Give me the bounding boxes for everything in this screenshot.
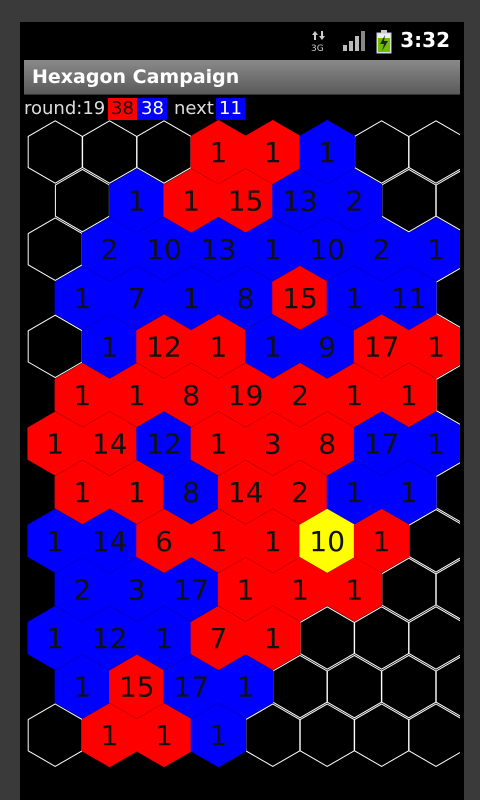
hex-cell-value: 1 — [73, 671, 91, 704]
hex-cell-value: 1 — [318, 136, 336, 169]
hex-cell-value: 19 — [228, 379, 264, 412]
hex-board[interactable]: 1 1 1 1 1 15 13 2 2 10 13 1 10 2 1 1 7 1 8 15 1 11 1 12 1 1 9 17 1 1 1… — [24, 120, 460, 798]
hex-cell-value: 1 — [209, 330, 227, 363]
red-score-badge: 38 — [108, 98, 137, 120]
hex-grid[interactable]: 1 1 11 1 15 13 22 10 13 1 10 2 11 7 1 8 15 1 111 12 1 1 9 17 11 1… — [24, 120, 460, 798]
hex-cell-value: 1 — [128, 185, 146, 218]
round-label: round:19 — [24, 98, 106, 119]
hex-cell[interactable] — [435, 558, 460, 620]
hex-cell-value: 13 — [201, 233, 237, 266]
hex-cell-value: 17 — [364, 330, 400, 363]
hex-cell-value: 12 — [92, 622, 128, 655]
network-type-label: 3G — [311, 44, 324, 52]
hex-cell-value: 1 — [182, 282, 200, 315]
battery-charging-icon — [376, 30, 392, 58]
hex-cell-value: 12 — [146, 330, 182, 363]
hex-cell-value: 9 — [318, 330, 336, 363]
hex-cell-value: 1 — [155, 719, 173, 752]
hex-cell-value: 15 — [228, 185, 264, 218]
hex-cell-outline[interactable] — [435, 655, 460, 717]
hex-cell-value: 1 — [101, 330, 119, 363]
hex-cell-value: 1 — [264, 525, 282, 558]
hex-cell-value: 1 — [209, 136, 227, 169]
hex-cell-value: 3 — [128, 573, 146, 606]
hex-cell-value: 3 — [264, 428, 282, 461]
hex-cell-value: 1 — [128, 476, 146, 509]
hex-cell-value: 8 — [318, 428, 336, 461]
score-bar: round:19 38 38 next: 11 — [24, 96, 460, 122]
hex-cell-value: 1 — [155, 622, 173, 655]
hex-cell-value: 1 — [345, 379, 363, 412]
hex-cell-value: 1 — [264, 330, 282, 363]
hex-cell-value: 7 — [128, 282, 146, 315]
hex-cell-value: 1 — [345, 573, 363, 606]
hex-cell-value: 12 — [146, 428, 182, 461]
hex-cell-value: 10 — [309, 525, 345, 558]
hex-cell-value: 1 — [427, 233, 445, 266]
hex-cell[interactable] — [435, 655, 460, 717]
hex-cell-value: 1 — [209, 719, 227, 752]
hex-cell-value: 6 — [155, 525, 173, 558]
hex-cell-value: 1 — [128, 379, 146, 412]
hex-cell-value: 10 — [146, 233, 182, 266]
hex-cell-outline[interactable] — [435, 558, 460, 620]
hex-cell-value: 1 — [264, 233, 282, 266]
hex-cell-value: 11 — [391, 282, 427, 315]
hex-cell-value: 1 — [427, 330, 445, 363]
hex-cell-value: 13 — [282, 185, 318, 218]
hex-cell-value: 17 — [173, 671, 209, 704]
status-bar: 3G 3:32 — [20, 22, 464, 58]
hex-cell-value: 1 — [400, 476, 418, 509]
hex-cell-value: 1 — [73, 476, 91, 509]
status-clock: 3:32 — [400, 28, 450, 52]
hex-cell-value: 1 — [264, 136, 282, 169]
hex-cell-value: 8 — [237, 282, 255, 315]
hex-cell-value: 2 — [345, 185, 363, 218]
hex-cell-value: 1 — [101, 719, 119, 752]
hex-cell-value: 14 — [92, 428, 128, 461]
hex-cell-value: 8 — [182, 379, 200, 412]
hex-cell-value: 1 — [73, 379, 91, 412]
signal-strength-icon — [342, 30, 366, 56]
hex-cell-value: 1 — [427, 428, 445, 461]
hex-cell-value: 1 — [264, 622, 282, 655]
hex-cell-value: 1 — [291, 573, 309, 606]
blue-score-badge: 38 — [138, 98, 167, 120]
hex-cell-value: 1 — [345, 476, 363, 509]
hex-cell-value: 1 — [209, 428, 227, 461]
hex-cell-value: 2 — [291, 379, 309, 412]
data-transfer-icon: 3G — [310, 30, 328, 56]
hex-cell-value: 2 — [101, 233, 119, 266]
hex-cell-value: 8 — [182, 476, 200, 509]
hex-cell-value: 14 — [92, 525, 128, 558]
hex-cell-value: 1 — [46, 622, 64, 655]
hex-cell-value: 7 — [209, 622, 227, 655]
hex-cell-value: 14 — [228, 476, 264, 509]
hex-cell-value: 1 — [237, 671, 255, 704]
hex-cell-value: 2 — [291, 476, 309, 509]
hex-cell-value: 1 — [400, 379, 418, 412]
next-label: next: — [174, 98, 220, 119]
hex-cell-value: 2 — [373, 233, 391, 266]
hex-cell-value: 15 — [119, 671, 155, 704]
hex-cell-value: 17 — [364, 428, 400, 461]
hex-cell-value: 1 — [345, 282, 363, 315]
hex-cell-value: 10 — [309, 233, 345, 266]
title-bar: Hexagon Campaign — [24, 60, 460, 95]
hex-cell-value: 1 — [73, 282, 91, 315]
hex-cell-value: 1 — [373, 525, 391, 558]
app-title: Hexagon Campaign — [32, 66, 240, 88]
hex-cell-value: 1 — [46, 428, 64, 461]
hex-cell-value: 1 — [237, 573, 255, 606]
hex-cell-value: 1 — [209, 525, 227, 558]
hex-cell-value: 15 — [282, 282, 318, 315]
hex-cell-value: 1 — [182, 185, 200, 218]
next-value-badge: 11 — [216, 98, 245, 120]
hex-cell-value: 17 — [173, 573, 209, 606]
hex-cell-value: 1 — [46, 525, 64, 558]
hex-cell-value: 2 — [73, 573, 91, 606]
